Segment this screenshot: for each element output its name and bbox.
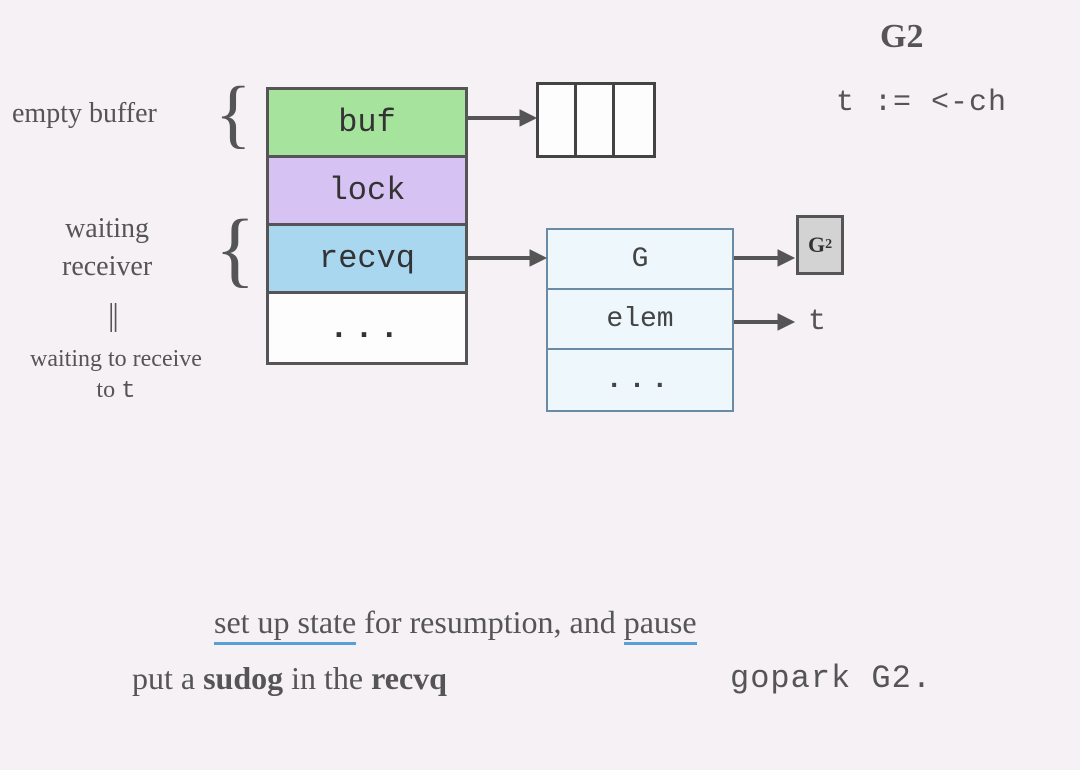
g2-heading: G2 [880, 18, 923, 56]
field-buf: buf [269, 90, 465, 158]
text: waiting [65, 213, 149, 244]
sudog-struct: G elem ... [546, 228, 734, 412]
g2-code-line: t := <-ch [836, 86, 1007, 120]
sudog-field-G: G [548, 230, 732, 290]
arrow-elem-to-t [734, 312, 796, 332]
annotation-waiting-to-receive: waiting to receive to t [30, 344, 202, 407]
hchan-struct: buf lock recvq ... [266, 87, 468, 365]
text: G [808, 232, 825, 258]
caption-line1: set up state for resumption, and pause [214, 604, 697, 641]
buffer-cell [577, 85, 615, 155]
arrow-sudogG-to-g2 [734, 248, 796, 268]
text: put a [132, 660, 203, 696]
text: to [96, 377, 121, 403]
field-lock: lock [269, 158, 465, 226]
buffer-cells [536, 82, 656, 158]
annotation-waiting-receiver: waiting receiver [62, 210, 152, 286]
arrow-recvq-to-sudog [468, 248, 548, 268]
text-bold: sudog [203, 660, 283, 696]
variable-t-target: t [808, 305, 826, 339]
caption-line2-right: gopark G2. [730, 660, 932, 697]
brace-icon: { [215, 208, 255, 292]
sudog-field-elem: elem [548, 290, 732, 350]
text: waiting to receive [30, 346, 202, 372]
brace-icon: { [215, 76, 251, 152]
variable-t: t [121, 378, 135, 405]
buffer-cell [539, 85, 577, 155]
caption-underlined: pause [624, 604, 697, 645]
annotation-empty-buffer: empty buffer [12, 98, 157, 130]
subscript: 2 [825, 237, 832, 253]
text-bold: recvq [371, 660, 447, 696]
text: receiver [62, 251, 152, 282]
arrow-buf-to-buffer [468, 108, 538, 128]
field-ellipsis: ... [269, 294, 465, 362]
sudog-field-ellipsis: ... [548, 350, 732, 410]
buffer-cell [615, 85, 653, 155]
parallel-symbol: || [108, 296, 117, 333]
caption-line2-left: put a sudog in the recvq [132, 660, 447, 697]
goroutine-g2-box: G2 [796, 215, 844, 275]
text: in the [283, 660, 371, 696]
text: for resumption, and [356, 604, 624, 640]
caption-underlined: set up state [214, 604, 356, 645]
field-recvq: recvq [269, 226, 465, 294]
